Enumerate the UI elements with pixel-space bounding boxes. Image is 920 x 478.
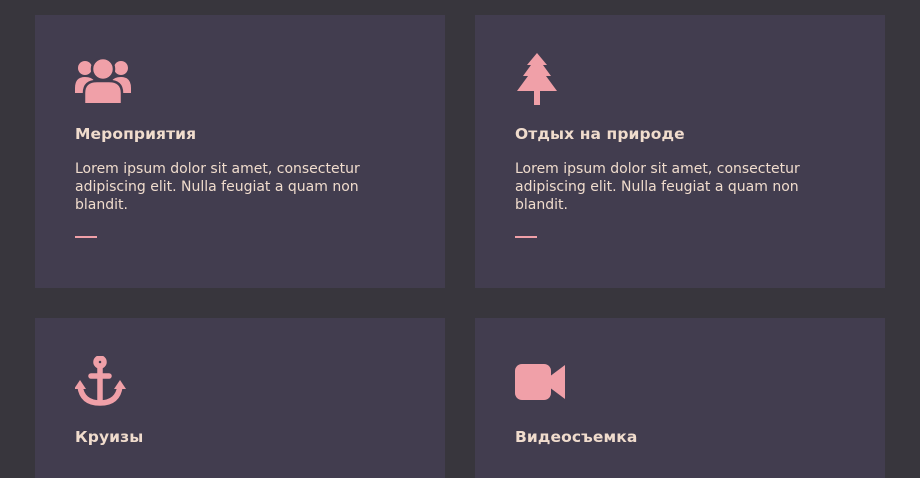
card-text: Lorem ipsum dolor sit amet, consectetur … xyxy=(75,161,360,213)
video-camera-icon xyxy=(515,356,571,408)
divider xyxy=(75,236,97,238)
service-card-cruises: Круизы xyxy=(35,318,445,478)
card-title: Отдых на природе xyxy=(515,125,685,143)
card-title: Видеосъемка xyxy=(515,428,638,446)
card-title: Круизы xyxy=(75,428,144,446)
card-title: Мероприятия xyxy=(75,125,197,143)
card-text: Lorem ipsum dolor sit amet, consectetur … xyxy=(515,161,800,213)
service-card-video: Видеосъемка xyxy=(475,318,885,478)
service-card-nature: Отдых на природе Lorem ipsum dolor sit a… xyxy=(475,15,885,288)
anchor-icon xyxy=(75,356,131,408)
divider xyxy=(515,236,537,238)
service-card-events: Мероприятия Lorem ipsum dolor sit amet, … xyxy=(35,15,445,288)
users-icon xyxy=(75,53,131,105)
tree-icon xyxy=(515,53,571,105)
